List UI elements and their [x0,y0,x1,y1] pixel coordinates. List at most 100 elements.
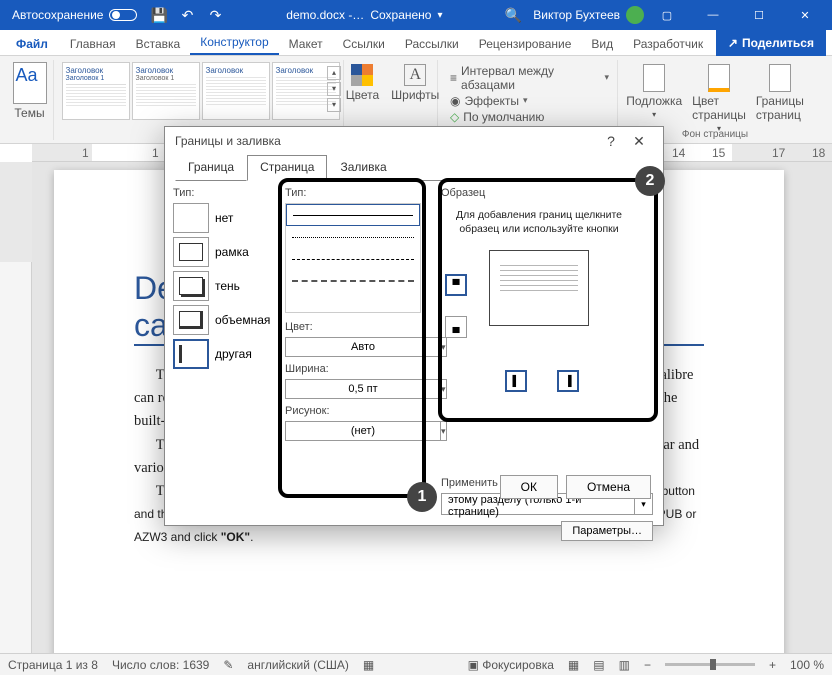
status-page[interactable]: Страница 1 из 8 [8,658,98,672]
undo-icon[interactable]: ↶ [173,3,201,27]
colors-button[interactable]: Цвета [344,62,381,104]
settings-column: Тип: нет рамка тень объемная другая [173,187,281,369]
close-icon[interactable]: ✕ [782,0,828,30]
minimize-icon[interactable]: — [690,0,736,30]
setting-label: нет [215,211,233,225]
tab-insert[interactable]: Вставка [126,33,191,55]
themes-group: Aа Темы [6,60,54,140]
page-borders-button[interactable]: Границы страниц [756,64,804,133]
tab-review[interactable]: Рецензирование [469,33,582,55]
ribbon-tabs: Файл Главная Вставка Конструктор Макет С… [0,30,832,56]
pagecolor-label: Цвет страницы [692,94,746,122]
setting-custom[interactable]: другая [173,339,281,369]
avatar[interactable] [626,6,644,24]
border-left-btn[interactable]: ▌ [505,370,527,392]
color-combo[interactable]: ▾ [285,337,421,357]
status-words[interactable]: Число слов: 1639 [112,658,209,672]
cancel-button[interactable]: Отмена [566,475,651,499]
autosave-label: Автосохранение [12,8,103,22]
border-top-btn[interactable]: ▀ [445,274,467,296]
redo-icon[interactable]: ↷ [201,3,229,27]
settings-label: Тип: [173,187,281,199]
set-default-button[interactable]: ◇По умолчанию [450,110,609,124]
focus-mode[interactable]: ▣ Фокусировка [468,658,554,672]
tab-layout[interactable]: Макет [279,33,333,55]
spellcheck-icon[interactable]: ✎ [223,658,233,672]
plain-text: . [250,530,253,544]
tab-developer[interactable]: Разработчик [623,33,713,55]
art-value[interactable] [285,421,441,441]
width-value[interactable] [285,379,441,399]
style-column: Тип: Цвет: ▾ Ширина: ▾ Рисунок: ▾ [285,187,421,487]
effects-button[interactable]: ◉Эффекты▾ [450,94,609,108]
dialog-tab-page[interactable]: Страница [247,155,327,181]
view-web-icon[interactable]: ▥ [619,658,630,672]
maximize-icon[interactable]: ☐ [736,0,782,30]
tab-design[interactable]: Конструктор [190,31,278,55]
setting-none[interactable]: нет [173,203,281,233]
toggle-switch[interactable] [109,9,137,21]
view-read-icon[interactable]: ▦ [568,658,579,672]
style-set-item[interactable]: ЗаголовокЗаголовок 1 [132,62,200,120]
macros-icon[interactable]: ▦ [363,658,374,672]
status-language[interactable]: английский (США) [247,658,348,672]
focus-label: Фокусировка [482,658,554,672]
share-button[interactable]: ↗ Поделиться [716,30,826,56]
dialog-help-icon[interactable]: ? [597,127,625,155]
style-set-gallery[interactable]: ЗаголовокЗаголовок 1 ЗаголовокЗаголовок … [62,62,340,120]
fonts-button[interactable]: AШрифты [389,62,441,104]
zoom-out-icon[interactable]: − [644,658,651,672]
line-style-list[interactable] [285,203,421,313]
page-color-button[interactable]: Цвет страницы▾ [692,64,746,133]
color-value[interactable] [285,337,441,357]
default-label: По умолчанию [463,110,544,124]
setting-shadow[interactable]: тень [173,271,281,301]
setting-label: другая [215,347,252,361]
gallery-up-icon[interactable]: ▴ [327,66,341,80]
border-right-btn[interactable]: ▐ [557,370,579,392]
options-button[interactable]: Параметры… [561,521,653,541]
setting-box[interactable]: рамка [173,237,281,267]
gallery-down-icon[interactable]: ▾ [327,82,341,96]
save-icon[interactable]: 💾 [145,3,173,27]
vertical-ruler[interactable] [0,162,32,653]
tab-home[interactable]: Главная [60,33,126,55]
border-bottom-btn[interactable]: ▄ [445,316,467,338]
watermark-button[interactable]: Подложка▾ [626,64,682,133]
tab-file[interactable]: Файл [4,33,60,55]
setting-label: объемная [215,313,270,327]
dialog-close-icon[interactable]: ✕ [625,127,653,155]
view-print-icon[interactable]: ▤ [593,658,604,672]
annotation-badge-2: 2 [635,166,665,196]
style-set-item[interactable]: Заголовок [202,62,270,120]
dialog-tab-fill[interactable]: Заливка [327,155,399,181]
setting-label: рамка [215,245,249,259]
ribbon-options-icon[interactable]: ▢ [644,0,690,30]
fonts-label: Шрифты [391,88,439,102]
art-combo[interactable]: ▾ [285,421,421,441]
style-set-item[interactable]: ЗаголовокЗаголовок 1 [62,62,130,120]
preview-title: Образец [441,187,637,199]
tpl-head: Заголовок [66,66,126,75]
zoom-in-icon[interactable]: + [769,658,776,672]
dialog-title-label: Границы и заливка [175,134,281,148]
bold-text: "OK" [221,530,250,544]
preview-box[interactable] [489,250,589,326]
spacing-label: Интервал между абзацами [461,64,600,92]
tab-view[interactable]: Вид [581,33,623,55]
gallery-more-icon[interactable]: ▾ [327,98,341,112]
setting-3d[interactable]: объемная [173,305,281,335]
themes-button[interactable]: Aа [13,62,47,104]
tpl-head: Заголовок [136,66,196,75]
autosave-toggle[interactable]: Автосохранение [4,8,145,22]
setting-label: тень [215,279,240,293]
tab-references[interactable]: Ссылки [333,33,395,55]
ok-button[interactable]: ОК [500,475,558,499]
zoom-slider[interactable] [665,663,755,666]
tab-mailings[interactable]: Рассылки [395,33,469,55]
paragraph-spacing-button[interactable]: ≡Интервал между абзацами▾ [450,64,609,92]
zoom-level[interactable]: 100 % [790,658,824,672]
dialog-tab-border[interactable]: Граница [175,155,247,181]
search-icon[interactable]: 🔍 [499,3,527,27]
width-combo[interactable]: ▾ [285,379,421,399]
